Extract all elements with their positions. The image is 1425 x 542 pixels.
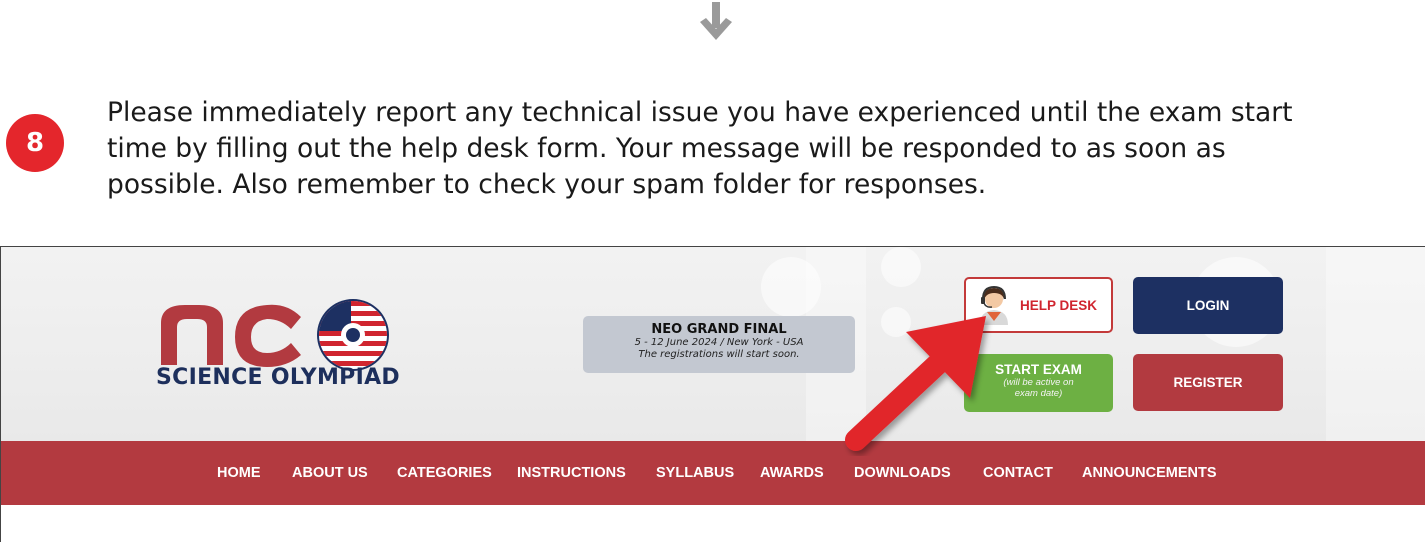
start-exam-note: (will be active on (1003, 377, 1074, 388)
nav-item-instructions[interactable]: INSTRUCTIONS (517, 441, 626, 505)
login-button[interactable]: LOGIN (1133, 277, 1283, 334)
nav-item-downloads[interactable]: DOWNLOADS (854, 441, 951, 505)
background-decoration (1326, 247, 1425, 441)
nav-item-contact[interactable]: CONTACT (983, 441, 1053, 505)
instruction-line: time by filling out the help desk form. … (107, 133, 1226, 164)
website-screenshot: SCIENCE OLYMPIAD NEO GRAND FINAL 5 - 12 … (0, 246, 1425, 542)
instruction-line: possible. Also remember to check your sp… (107, 169, 987, 200)
nav-item-awards[interactable]: AWARDS (760, 441, 824, 505)
logo-subtitle: SCIENCE OLYMPIAD (156, 365, 400, 390)
help-desk-label: HELP DESK (1020, 297, 1098, 313)
background-decoration (881, 307, 911, 337)
nav-item-syllabus[interactable]: SYLLABUS (656, 441, 734, 505)
helpdesk-agent-icon (980, 285, 1008, 325)
nav-item-announcements[interactable]: ANNOUNCEMENTS (1082, 441, 1217, 505)
announcement-dates: 5 - 12 June 2024 / New York - USA (634, 337, 804, 348)
main-navigation: HOME ABOUT US CATEGORIES INSTRUCTIONS SY… (1, 441, 1425, 505)
down-arrow-icon (700, 2, 732, 40)
announcement-banner[interactable]: NEO GRAND FINAL 5 - 12 June 2024 / New Y… (583, 316, 855, 373)
start-exam-button[interactable]: START EXAM (will be active on exam date) (964, 354, 1113, 412)
nav-item-categories[interactable]: CATEGORIES (397, 441, 492, 505)
nav-item-about-us[interactable]: ABOUT US (292, 441, 368, 505)
announcement-title: NEO GRAND FINAL (651, 322, 787, 337)
nav-item-home[interactable]: HOME (217, 441, 261, 505)
start-exam-label: START EXAM (995, 362, 1082, 377)
step-number-badge: 8 (6, 114, 64, 172)
register-button[interactable]: REGISTER (1133, 354, 1283, 411)
help-desk-button[interactable]: HELP DESK (964, 277, 1113, 333)
background-decoration (881, 247, 921, 287)
site-header: SCIENCE OLYMPIAD NEO GRAND FINAL 5 - 12 … (1, 247, 1425, 441)
announcement-note: The registrations will start soon. (638, 349, 800, 360)
instruction-line: Please immediately report any technical … (107, 97, 1293, 128)
start-exam-note: exam date) (1014, 388, 1063, 399)
instruction-text: Please immediately report any technical … (107, 95, 1407, 203)
